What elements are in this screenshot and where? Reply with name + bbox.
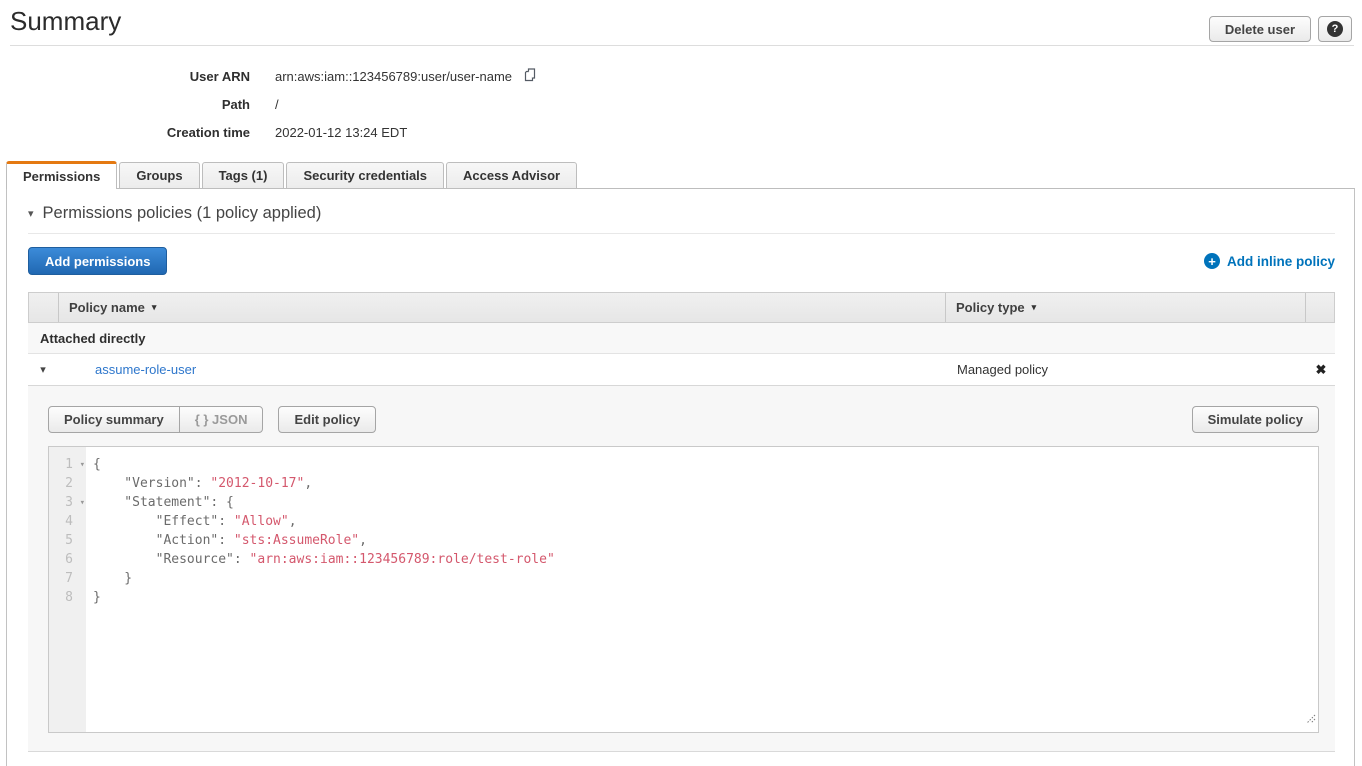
editor-code-line: } (93, 569, 1318, 588)
edit-policy-button[interactable]: Edit policy (278, 406, 376, 433)
page-title: Summary (10, 6, 121, 37)
editor-line-number: 3▾ (49, 493, 86, 512)
tab-security-credentials[interactable]: Security credentials (286, 162, 444, 189)
add-inline-policy-label: Add inline policy (1227, 254, 1335, 269)
field-label: Path (0, 97, 250, 112)
editor-line-number: 4 (49, 512, 86, 531)
policy-summary-button[interactable]: Policy summary (48, 406, 180, 433)
editor-code-line: "Version": "2012-10-17", (93, 474, 1318, 493)
collapse-caret-icon[interactable]: ▾ (28, 207, 34, 220)
editor-line-number: 2 (49, 474, 86, 493)
copy-icon[interactable] (522, 67, 537, 86)
simulate-policy-button[interactable]: Simulate policy (1192, 406, 1319, 433)
path-value: / (275, 97, 279, 112)
editor-line-number: 1▾ (49, 455, 86, 474)
fold-caret-icon[interactable]: ▾ (80, 494, 85, 513)
row-expander-icon[interactable]: ▾ (28, 363, 58, 376)
json-view-button[interactable]: { } JSON (179, 406, 264, 433)
policy-table-header: Policy name ▾ Policy type ▾ (28, 292, 1335, 323)
editor-line-number: 7 (49, 569, 86, 588)
policy-table-row: ▾ assume-role-user Managed policy ✖ (28, 354, 1335, 386)
field-user-arn: User ARN arn:aws:iam::123456789:user/use… (0, 62, 537, 90)
detach-policy-icon[interactable]: ✖ (1316, 362, 1327, 377)
editor-code-line: "Resource": "arn:aws:iam::123456789:role… (93, 550, 1318, 569)
sort-caret-icon: ▾ (1032, 302, 1037, 313)
policy-actions-row: Add permissions + Add inline policy (28, 247, 1335, 275)
editor-code-line: "Action": "sts:AssumeRole", (93, 531, 1318, 550)
help-button[interactable]: ? (1318, 16, 1352, 42)
user-details: User ARN arn:aws:iam::123456789:user/use… (0, 62, 537, 146)
permissions-panel: ▾ Permissions policies (1 policy applied… (6, 188, 1355, 766)
plus-icon: + (1204, 253, 1220, 269)
header-divider (10, 45, 1354, 46)
sort-caret-icon: ▾ (152, 302, 157, 313)
help-icon: ? (1327, 21, 1343, 37)
field-label: Creation time (0, 125, 250, 140)
policy-name-link[interactable]: assume-role-user (95, 362, 196, 377)
editor-code-line: { (93, 455, 1318, 474)
section-heading-label: Permissions policies (1 policy applied) (43, 204, 322, 223)
editor-line-number: 8 (49, 588, 86, 607)
user-arn-value: arn:aws:iam::123456789:user/user-name (275, 69, 512, 84)
tab-bar: Permissions Groups Tags (1) Security cre… (6, 161, 577, 189)
editor-code-line: } (93, 588, 1318, 607)
header-actions: Delete user ? (1209, 16, 1352, 42)
tab-groups[interactable]: Groups (119, 162, 199, 189)
json-policy-editor[interactable]: 1▾23▾45678 { "Version": "2012-10-17", "S… (48, 446, 1319, 733)
add-inline-policy-link[interactable]: + Add inline policy (1204, 253, 1335, 269)
permissions-policies-heading: ▾ Permissions policies (1 policy applied… (28, 204, 1335, 234)
policy-detail-toolbar: Policy summary { } JSON Edit policy Simu… (48, 406, 1319, 433)
editor-code-line: "Effect": "Allow", (93, 512, 1318, 531)
expander-column-header (29, 293, 59, 322)
policy-type-cell: Managed policy (947, 362, 1307, 377)
editor-line-number: 5 (49, 531, 86, 550)
policy-name-header-label: Policy name (69, 300, 145, 315)
attached-directly-group-row: Attached directly (28, 323, 1335, 354)
tab-access-advisor[interactable]: Access Advisor (446, 162, 577, 189)
editor-code-line: "Statement": { (93, 493, 1318, 512)
policy-type-header-label: Policy type (956, 300, 1025, 315)
policy-name-column-header[interactable]: Policy name ▾ (59, 293, 946, 322)
field-label: User ARN (0, 69, 250, 84)
creation-time-value: 2022-01-12 13:24 EDT (275, 125, 407, 140)
editor-resize-handle[interactable] (1305, 711, 1316, 730)
policy-type-column-header[interactable]: Policy type ▾ (946, 293, 1306, 322)
editor-code: { "Version": "2012-10-17", "Statement": … (86, 447, 1318, 732)
editor-line-number: 6 (49, 550, 86, 569)
tab-tags[interactable]: Tags (1) (202, 162, 285, 189)
policy-table: Policy name ▾ Policy type ▾ Attached dir… (28, 292, 1335, 752)
field-creation-time: Creation time 2022-01-12 13:24 EDT (0, 118, 537, 146)
policy-detail-panel: Policy summary { } JSON Edit policy Simu… (28, 386, 1335, 752)
actions-column-header (1306, 293, 1334, 322)
add-permissions-button[interactable]: Add permissions (28, 247, 167, 275)
tab-permissions[interactable]: Permissions (6, 161, 117, 189)
fold-caret-icon[interactable]: ▾ (80, 456, 85, 475)
field-path: Path / (0, 90, 537, 118)
editor-gutter: 1▾23▾45678 (49, 447, 86, 732)
delete-user-button[interactable]: Delete user (1209, 16, 1311, 42)
